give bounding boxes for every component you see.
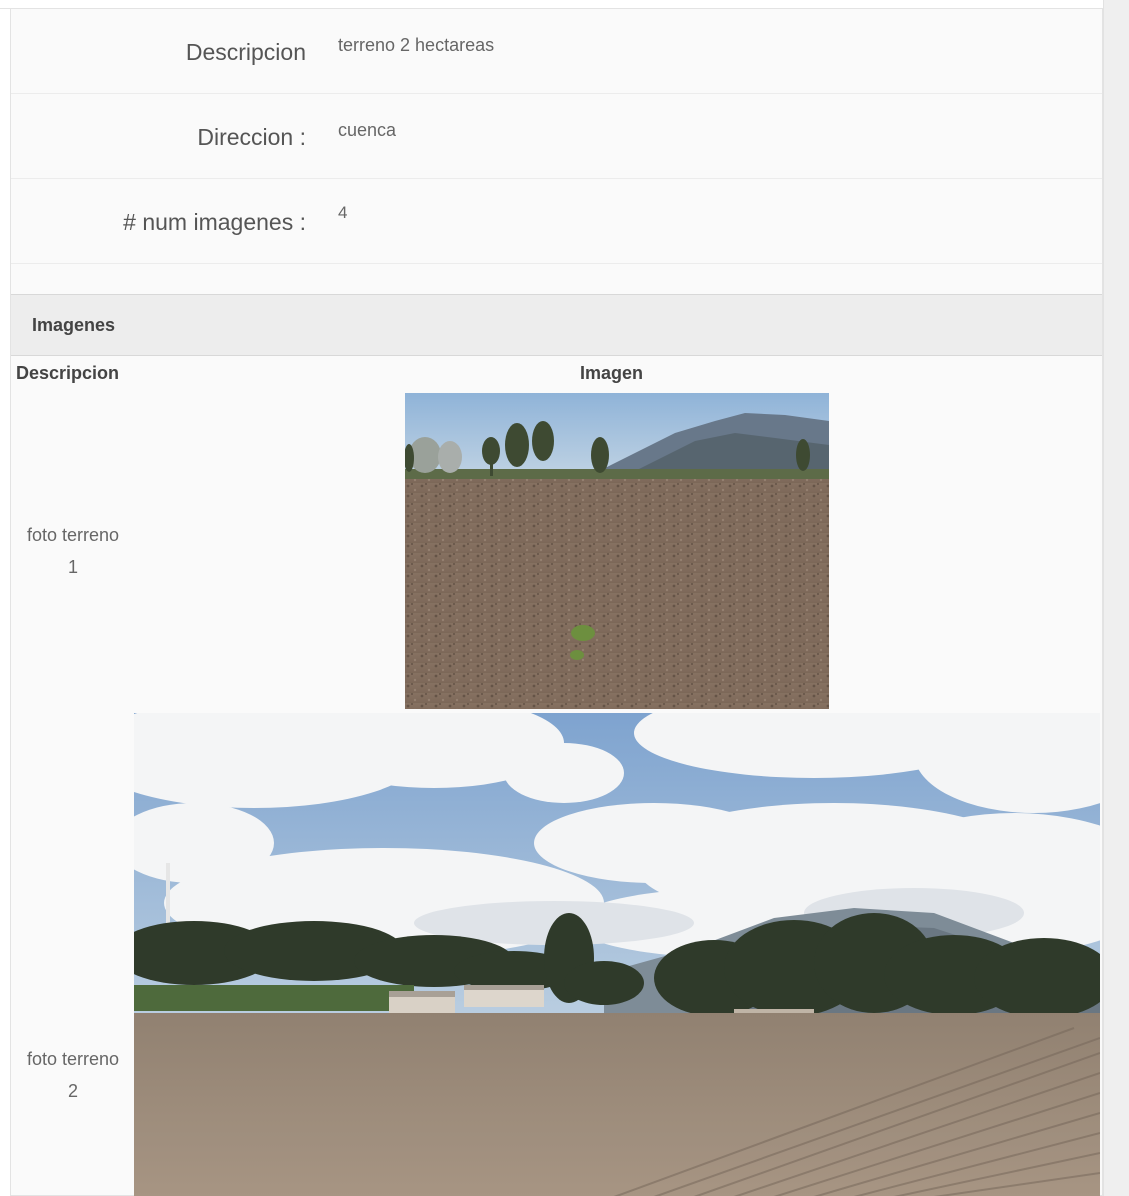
field-photo-1-image [405,393,829,709]
field-photo-1[interactable] [405,393,829,709]
scrollbar-track[interactable] [1103,0,1129,1196]
num-images-value: 4 [338,203,348,222]
num-images-label: # num imagenes : [123,209,306,235]
num-images-row: # num imagenes : 4 [11,179,1102,264]
row-1-description-line1: foto terreno [26,525,120,545]
description-value: terreno 2 hectareas [338,35,495,55]
row-1-description: foto terreno 1 [14,519,132,583]
row-2-description-line1: foto terreno [26,1049,120,1069]
row-2-description: foto terreno 2 [14,1043,132,1107]
page: Descripcion terreno 2 hectareas Direccio… [0,0,1129,1196]
detail-panel: Descripcion terreno 2 hectareas Direccio… [10,8,1103,1196]
images-section-header: Imagenes [11,294,1102,356]
address-label: Direccion : [197,124,306,150]
address-row: Direccion : cuenca [11,94,1102,179]
field-photo-2[interactable] [134,713,1100,1196]
row-2-description-line2: 2 [67,1081,78,1101]
column-header-description: Descripcion [16,363,120,383]
images-section-title: Imagenes [32,315,116,335]
row-1-description-line2: 1 [67,557,78,577]
column-header-image: Imagen [580,363,644,383]
description-label: Descripcion [185,39,306,65]
description-row: Descripcion terreno 2 hectareas [11,9,1102,94]
address-value: cuenca [338,120,397,140]
field-photo-2-image [134,713,1100,1196]
